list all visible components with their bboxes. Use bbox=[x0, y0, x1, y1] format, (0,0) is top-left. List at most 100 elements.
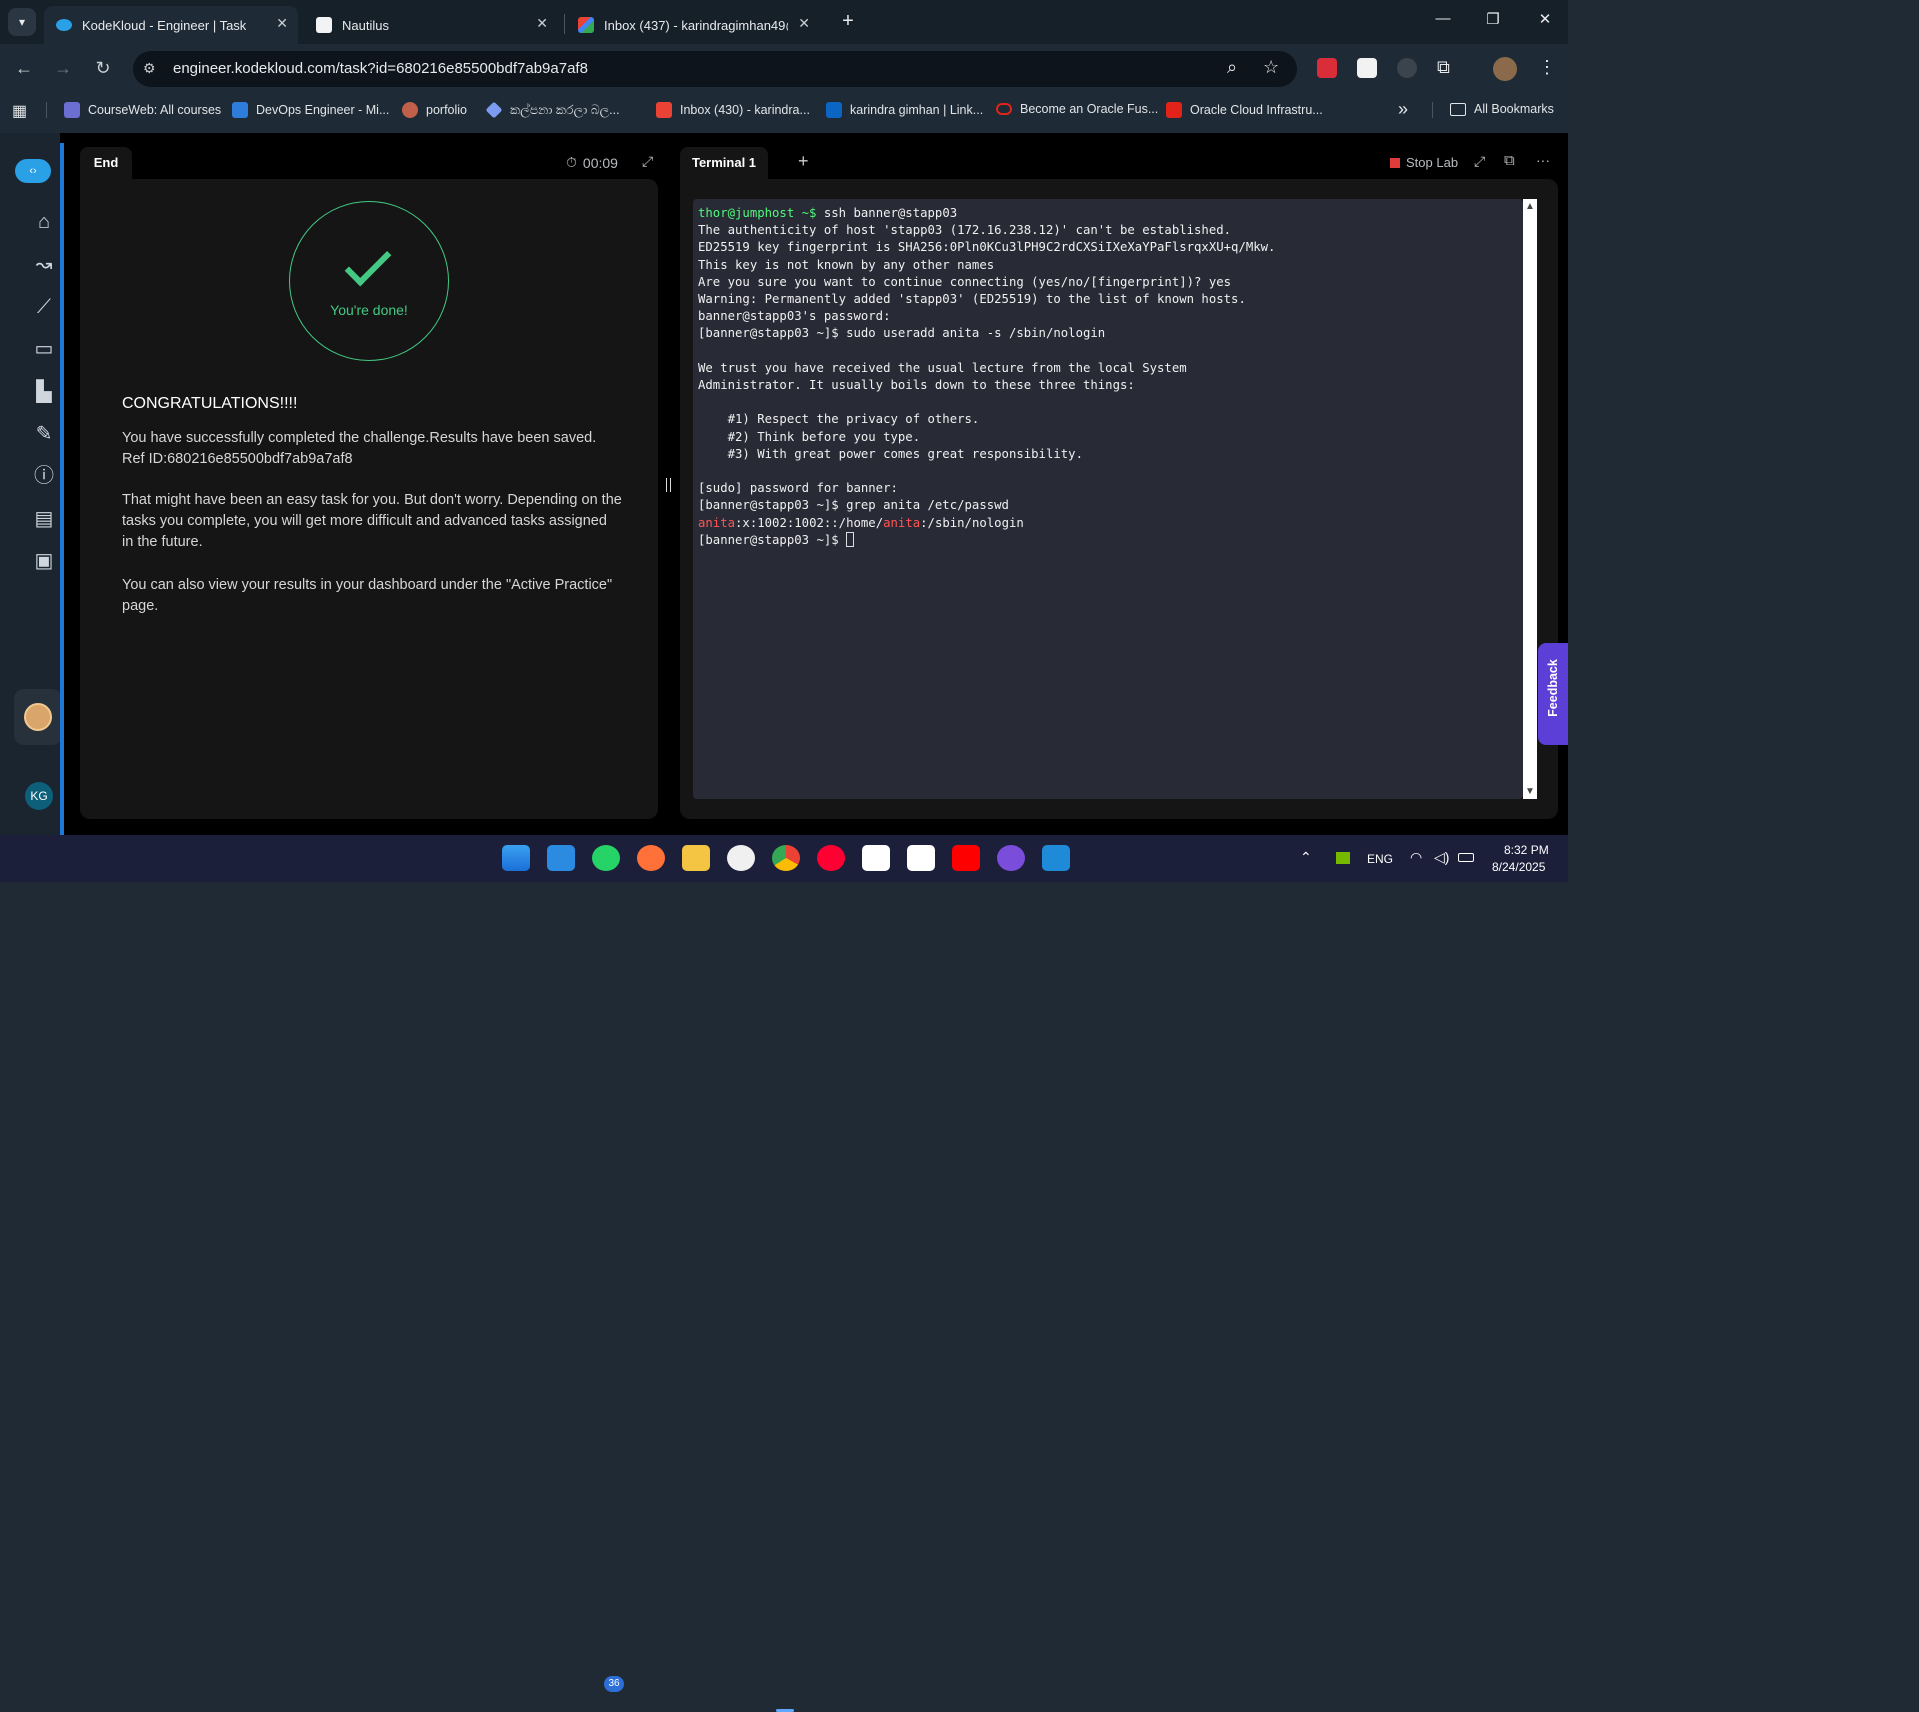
add-terminal-button[interactable]: + bbox=[798, 151, 809, 172]
all-bookmarks[interactable]: All Bookmarks bbox=[1450, 102, 1554, 116]
result-message-line: You have successfully completed the chal… bbox=[122, 430, 597, 446]
roadmap-icon[interactable]: ↝ bbox=[30, 251, 58, 279]
show-hidden-icons[interactable]: ⌃ bbox=[1300, 849, 1312, 866]
clock-time[interactable]: 8:32 PM bbox=[1504, 843, 1549, 857]
extension-owl-icon[interactable] bbox=[1397, 58, 1417, 78]
apps-grid-icon[interactable]: ▦ bbox=[12, 101, 27, 121]
terminal-line: Warning: Permanently added 'stapp03' (ED… bbox=[698, 292, 1246, 307]
bookmark-inbox[interactable]: Inbox (430) - karindra... bbox=[656, 102, 810, 118]
battery-icon[interactable] bbox=[1458, 853, 1474, 862]
profile-avatar[interactable] bbox=[1493, 57, 1517, 81]
bookmarks-bar: ▦ CourseWeb: All courses DevOps Engineer… bbox=[0, 94, 1568, 126]
terminal-line: #2) Think before you type. bbox=[727, 429, 921, 444]
kodekloud-favicon-icon bbox=[56, 19, 72, 31]
new-tab-button[interactable]: + bbox=[836, 10, 860, 33]
volume-icon[interactable]: ◁) bbox=[1434, 849, 1449, 866]
kodekloud-logo-icon[interactable]: ‹› bbox=[15, 159, 51, 183]
nvidia-icon[interactable] bbox=[1336, 852, 1350, 864]
github-icon[interactable] bbox=[727, 845, 755, 871]
bookmark-oracle-cloud[interactable]: Oracle Cloud Infrastru... bbox=[1166, 102, 1323, 118]
scroll-up-icon[interactable]: ▲ bbox=[1525, 201, 1535, 212]
terminal-line: ED25519 key fingerprint is SHA256:0Pln0K… bbox=[698, 240, 1276, 255]
notion-icon[interactable] bbox=[862, 845, 890, 871]
close-icon[interactable]: ✕ bbox=[276, 15, 288, 32]
youtube-music-icon[interactable] bbox=[817, 845, 845, 871]
url-text[interactable]: engineer.kodekloud.com/task?id=680216e85… bbox=[173, 60, 588, 77]
tab-strip: ▾ KodeKloud - Engineer | Task ✕ Nautilus… bbox=[0, 0, 1568, 44]
stop-lab-button[interactable]: Stop Lab bbox=[1390, 155, 1458, 170]
terminal-line: The authenticity of host 'stapp03 (172.1… bbox=[698, 223, 1232, 238]
close-icon[interactable]: ✕ bbox=[798, 15, 810, 32]
growth-icon[interactable]: ⟋ bbox=[30, 293, 58, 321]
github-desktop-icon[interactable] bbox=[997, 845, 1025, 871]
extension-s-icon[interactable] bbox=[1357, 58, 1377, 78]
info-icon[interactable]: ⓘ bbox=[30, 462, 58, 490]
home-icon[interactable]: ⌂ bbox=[30, 208, 58, 236]
forum-icon[interactable]: ▣ bbox=[30, 547, 58, 575]
bookmark-oracle-fusion[interactable]: Become an Oracle Fus... bbox=[996, 102, 1158, 116]
start-icon[interactable] bbox=[502, 845, 530, 871]
zoom-icon[interactable]: ⌕ bbox=[1227, 57, 1237, 78]
scroll-down-icon[interactable]: ▼ bbox=[1525, 786, 1535, 797]
youtube-icon[interactable] bbox=[952, 845, 980, 871]
more-options-icon[interactable]: ··· bbox=[1536, 152, 1550, 168]
r-app-icon[interactable] bbox=[907, 845, 935, 871]
clock-date[interactable]: 8/24/2025 bbox=[1492, 860, 1545, 874]
user-initials-badge[interactable]: KG bbox=[25, 782, 53, 810]
bookmark-devops[interactable]: DevOps Engineer - Mi... bbox=[232, 102, 389, 118]
tab-terminal-1[interactable]: Terminal 1 bbox=[680, 147, 768, 179]
grep-match: anita bbox=[698, 515, 736, 530]
terminal-line: [sudo] password for banner: bbox=[698, 481, 898, 496]
feedback-button[interactable]: Feedback bbox=[1538, 643, 1568, 745]
terminal-screen[interactable]: thor@jumphost ~$ ssh banner@stapp03 The … bbox=[693, 199, 1523, 799]
bookmark-label: Become an Oracle Fus... bbox=[1020, 102, 1159, 116]
bookmark-label: DevOps Engineer - Mi... bbox=[256, 103, 390, 117]
tab-search-button[interactable]: ▾ bbox=[8, 8, 36, 36]
forward-button[interactable]: → bbox=[50, 58, 76, 79]
bookmark-linkedin[interactable]: karindra gimhan | Link... bbox=[826, 102, 983, 118]
extensions-puzzle-icon[interactable]: ⧉ bbox=[1437, 57, 1450, 78]
tab-inbox[interactable]: Inbox (437) - karindragimhan49@g ✕ bbox=[566, 6, 820, 44]
docs-icon[interactable]: ▤ bbox=[30, 505, 58, 533]
notification-badge: 36 bbox=[604, 1676, 624, 1692]
panel-resize-handle[interactable] bbox=[666, 478, 671, 492]
firefox-icon[interactable] bbox=[637, 845, 665, 871]
reload-button[interactable]: ↻ bbox=[90, 58, 116, 79]
bookmarks-divider bbox=[1432, 102, 1433, 118]
leaderboard-icon[interactable]: ▙ bbox=[30, 378, 58, 406]
restore-button[interactable]: ❐ bbox=[1478, 10, 1508, 28]
bookmark-gemini[interactable]: කල්පනා කරලා බල... bbox=[485, 101, 620, 119]
tab-kodekloud[interactable]: KodeKloud - Engineer | Task ✕ bbox=[44, 6, 298, 44]
portfolio-icon bbox=[402, 102, 418, 118]
tab-end[interactable]: End bbox=[80, 147, 132, 179]
terminal-scrollbar[interactable]: ▲ ▼ bbox=[1523, 199, 1537, 799]
wifi-icon[interactable]: ◠ bbox=[1410, 849, 1422, 866]
close-icon[interactable]: ✕ bbox=[536, 15, 548, 32]
whatsapp-icon[interactable] bbox=[592, 845, 620, 871]
chrome-icon[interactable] bbox=[772, 845, 800, 871]
bookmark-star-icon[interactable]: ☆ bbox=[1263, 57, 1279, 78]
address-bar[interactable]: ⚙ engineer.kodekloud.com/task?id=680216e… bbox=[133, 51, 1297, 87]
extension-red-icon[interactable] bbox=[1317, 58, 1337, 78]
user-avatar-block[interactable] bbox=[14, 689, 62, 745]
back-button[interactable]: ← bbox=[11, 58, 37, 79]
vscode-icon[interactable] bbox=[1042, 845, 1070, 871]
passwd-line: :/sbin/nologin bbox=[920, 515, 1024, 530]
site-info-icon[interactable]: ⚙ bbox=[143, 60, 156, 77]
language-indicator[interactable]: ENG bbox=[1367, 852, 1393, 866]
desktop-icon[interactable] bbox=[547, 845, 575, 871]
minimize-button[interactable]: — bbox=[1428, 10, 1458, 27]
bookmark-courseweb[interactable]: CourseWeb: All courses bbox=[64, 102, 221, 118]
tab-nautilus[interactable]: Nautilus ✕ bbox=[304, 6, 558, 44]
fullscreen-icon[interactable]: ⤢ bbox=[1474, 153, 1485, 170]
expand-icon[interactable]: ⤢ bbox=[642, 153, 653, 170]
open-external-icon[interactable]: ⧉ bbox=[1504, 152, 1515, 169]
terminal-line: [banner@stapp03 ~]$ grep anita /etc/pass… bbox=[698, 498, 1009, 513]
browser-menu-icon[interactable]: ⋮ bbox=[1538, 57, 1556, 78]
file-explorer-icon[interactable] bbox=[682, 845, 710, 871]
close-window-button[interactable]: ✕ bbox=[1530, 10, 1560, 28]
more-bookmarks-button[interactable]: » bbox=[1398, 99, 1408, 120]
bookmark-portfolio[interactable]: porfolio bbox=[402, 102, 467, 118]
video-icon[interactable]: ▭ bbox=[30, 335, 58, 363]
blog-icon[interactable]: ✎ bbox=[30, 420, 58, 448]
